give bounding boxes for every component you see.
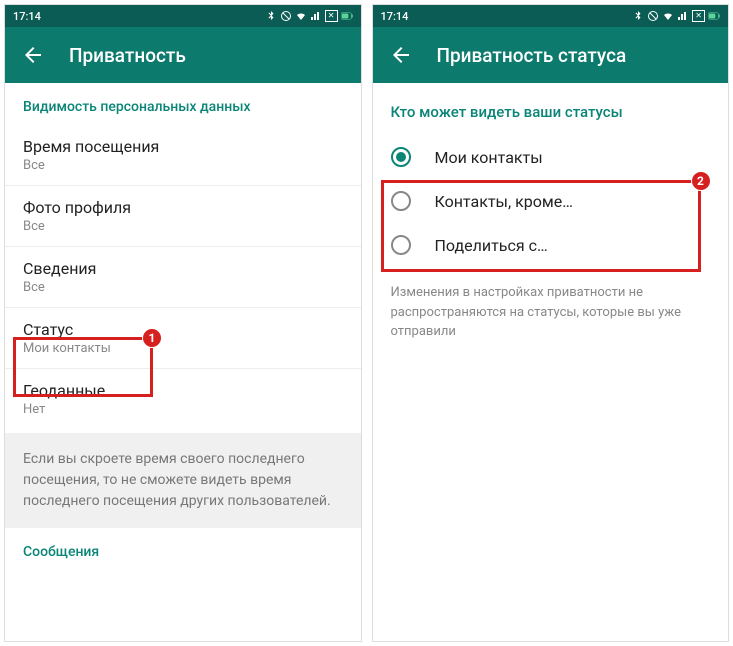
section-header: Видимость персональных данных: [5, 83, 361, 125]
setting-title: Время посещения: [23, 137, 343, 156]
setting-value: Все: [23, 219, 343, 234]
setting-status[interactable]: Статус Мои контакты: [5, 308, 361, 369]
wifi-icon: [295, 10, 307, 22]
app-bar: Приватность статуса: [373, 27, 729, 83]
setting-value: Все: [23, 280, 343, 295]
content-right: Кто может видеть ваши статусы Мои контак…: [373, 83, 729, 358]
signal-icon: [310, 10, 322, 22]
page-title: Приватность статуса: [437, 44, 627, 67]
battery-box-icon: ✕: [325, 10, 338, 22]
battery-icon: [708, 10, 720, 22]
back-button[interactable]: [21, 43, 45, 67]
setting-location[interactable]: Геоданные Нет: [5, 369, 361, 429]
setting-profile-photo[interactable]: Фото профиля Все: [5, 186, 361, 247]
battery-icon: [341, 10, 353, 22]
setting-value: Нет: [23, 402, 343, 417]
setting-title: Геоданные: [23, 381, 343, 400]
arrow-left-icon: [389, 43, 413, 67]
radio-icon: [391, 147, 411, 167]
setting-title: Фото профиля: [23, 198, 343, 217]
bluetooth-icon: [265, 10, 277, 22]
signal-icon: [677, 10, 689, 22]
bluetooth-icon: [632, 10, 644, 22]
badge-1: 1: [142, 328, 162, 348]
app-bar: Приватность: [5, 27, 361, 83]
radio-contacts-except[interactable]: Контакты, кроме…: [373, 179, 729, 223]
wifi-icon: [662, 10, 674, 22]
radio-label: Мои контакты: [435, 148, 543, 167]
arrow-left-icon: [21, 43, 45, 67]
badge-2: 2: [691, 171, 711, 191]
section-header: Кто может видеть ваши статусы: [373, 83, 729, 135]
status-time: 17:14: [13, 10, 41, 23]
status-bar: 17:14 ✕: [5, 5, 361, 27]
radio-my-contacts[interactable]: Мои контакты: [373, 135, 729, 179]
status-icons: ✕: [265, 10, 353, 22]
radio-icon: [391, 191, 411, 211]
setting-title: Сведения: [23, 259, 343, 278]
privacy-note: Если вы скроете время своего последнего …: [5, 433, 361, 528]
setting-title: Статус: [23, 320, 343, 339]
radio-label: Контакты, кроме…: [435, 192, 573, 211]
radio-share-with[interactable]: Поделиться с…: [373, 223, 729, 267]
phone-left: 17:14 ✕ Приватность Видимость персональн…: [4, 4, 362, 642]
setting-about[interactable]: Сведения Все: [5, 247, 361, 308]
back-button[interactable]: [389, 43, 413, 67]
section-header-messages: Сообщения: [5, 528, 361, 570]
battery-box-icon: ✕: [692, 10, 705, 22]
setting-last-seen[interactable]: Время посещения Все: [5, 125, 361, 186]
nodisturb-icon: [280, 10, 292, 22]
status-time: 17:14: [381, 10, 409, 23]
status-icons: ✕: [632, 10, 720, 22]
nodisturb-icon: [647, 10, 659, 22]
page-title: Приватность: [69, 44, 186, 67]
status-footnote: Изменения в настройках приватности не ра…: [373, 267, 729, 358]
radio-icon: [391, 235, 411, 255]
setting-value: Мои контакты: [23, 341, 343, 356]
setting-value: Все: [23, 158, 343, 173]
content-left: Видимость персональных данных Время посе…: [5, 83, 361, 570]
status-bar: 17:14 ✕: [373, 5, 729, 27]
radio-label: Поделиться с…: [435, 236, 548, 255]
phone-right: 17:14 ✕ Приватность статуса Кто может ви…: [372, 4, 730, 642]
